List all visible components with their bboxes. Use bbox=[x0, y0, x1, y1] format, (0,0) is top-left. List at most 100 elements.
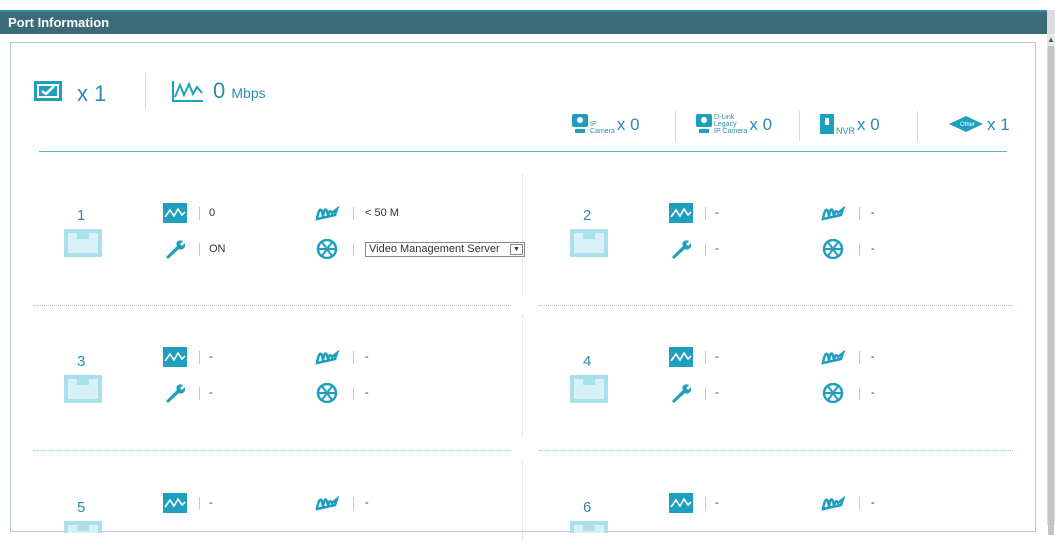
port-power-value: - bbox=[365, 497, 369, 509]
traffic-chart-icon bbox=[669, 493, 693, 513]
traffic-chart-icon bbox=[163, 347, 187, 367]
bandwidth-readout: 0 Mbps bbox=[213, 78, 266, 104]
port-number: 3 bbox=[77, 353, 86, 370]
field-separator bbox=[199, 351, 200, 364]
field-separator bbox=[859, 351, 860, 364]
field-separator bbox=[859, 387, 860, 400]
port-card-3: 3 - - - - bbox=[33, 327, 513, 462]
port-status-value: - bbox=[715, 387, 719, 399]
column-divider bbox=[522, 315, 524, 435]
port-device-value: - bbox=[871, 243, 875, 255]
field-separator bbox=[705, 497, 706, 510]
wrench-icon bbox=[166, 384, 186, 403]
device-type-icon bbox=[822, 383, 844, 403]
wrench-icon bbox=[672, 240, 692, 259]
bandwidth-chart-icon bbox=[172, 81, 203, 102]
port-checked-icon bbox=[34, 81, 62, 101]
bandwidth-value: 0 bbox=[213, 78, 226, 103]
port-power-value: - bbox=[365, 351, 369, 363]
traffic-chart-icon bbox=[669, 203, 693, 223]
power-flow-icon bbox=[315, 495, 339, 511]
port-traffic-value: - bbox=[715, 497, 719, 509]
bandwidth-unit: Mbps bbox=[231, 85, 266, 101]
port-traffic-value: - bbox=[209, 351, 213, 363]
port-power-value: - bbox=[871, 497, 875, 509]
panel-title-bar: Port Information bbox=[0, 10, 1048, 34]
dlink-camera-icon bbox=[696, 114, 712, 133]
port-status-value: - bbox=[715, 243, 719, 255]
port-traffic-value: - bbox=[715, 207, 719, 219]
traffic-chart-icon bbox=[163, 493, 187, 513]
port-information-panel: x 1 0 Mbps IP Camera x 0 D-Link Legacy IP C… bbox=[10, 42, 1036, 541]
field-separator bbox=[859, 243, 860, 256]
field-separator bbox=[705, 351, 706, 364]
traffic-chart-icon bbox=[669, 347, 693, 367]
port-traffic-value: 0 bbox=[209, 207, 216, 219]
device-type-select[interactable]: Video Management Server ▼ bbox=[365, 242, 525, 257]
column-divider bbox=[522, 175, 524, 295]
device-type-icon bbox=[316, 383, 338, 403]
port-power-value: - bbox=[871, 207, 875, 219]
chevron-down-icon[interactable]: ▼ bbox=[510, 244, 523, 255]
port-power-value: - bbox=[871, 351, 875, 363]
other-device-icon: Other bbox=[949, 116, 983, 132]
field-separator bbox=[705, 387, 706, 400]
port-number: 5 bbox=[77, 499, 86, 516]
power-flow-icon bbox=[821, 205, 845, 221]
ip-camera-icon bbox=[572, 114, 588, 133]
scroll-up-icon[interactable]: ▲ bbox=[1047, 34, 1055, 46]
port-number: 6 bbox=[583, 499, 592, 516]
traffic-chart-icon bbox=[163, 203, 187, 223]
device-separator bbox=[917, 111, 918, 141]
port-number: 4 bbox=[583, 353, 592, 370]
device-type-icon bbox=[822, 239, 844, 259]
device-label: NVR bbox=[836, 126, 856, 136]
field-separator bbox=[353, 243, 354, 256]
power-flow-icon bbox=[821, 495, 845, 511]
nvr-icon bbox=[820, 114, 834, 134]
ethernet-port-icon bbox=[64, 375, 102, 403]
field-separator bbox=[199, 387, 200, 400]
field-separator bbox=[199, 243, 200, 256]
port-status-value: ON bbox=[209, 243, 226, 255]
vertical-scrollbar[interactable]: ▲ bbox=[1047, 10, 1055, 535]
panel-title: Port Information bbox=[8, 15, 110, 30]
field-separator bbox=[353, 351, 354, 364]
device-count: x 0 bbox=[749, 115, 773, 134]
port-count: x 1 bbox=[77, 81, 107, 106]
device-separator bbox=[675, 111, 676, 141]
port-card-4: 4 - - - - bbox=[539, 327, 1019, 462]
field-separator bbox=[353, 497, 354, 510]
field-separator bbox=[705, 207, 706, 220]
port-traffic-value: - bbox=[209, 497, 213, 509]
device-label: IP Camera bbox=[590, 121, 615, 135]
scrollbar-thumb[interactable] bbox=[1048, 46, 1054, 535]
port-device-value: - bbox=[871, 387, 875, 399]
ethernet-port-icon bbox=[64, 521, 102, 533]
field-separator bbox=[353, 387, 354, 400]
field-separator bbox=[199, 207, 200, 220]
top-strip bbox=[0, 0, 1055, 10]
port-number: 1 bbox=[77, 207, 86, 224]
port-number: 2 bbox=[583, 207, 592, 224]
port-status-value: - bbox=[209, 387, 213, 399]
field-separator bbox=[705, 243, 706, 256]
port-power-value: < 50 M bbox=[365, 207, 399, 219]
device-label: D-Link Legacy IP Camera bbox=[714, 114, 748, 135]
ethernet-port-icon bbox=[570, 229, 608, 257]
power-flow-icon bbox=[315, 349, 339, 365]
field-separator bbox=[353, 207, 354, 220]
device-type-selected: Video Management Server bbox=[369, 243, 500, 255]
field-separator bbox=[199, 497, 200, 510]
power-flow-icon bbox=[821, 349, 845, 365]
port-card-2: 2 - - - - bbox=[539, 181, 1019, 316]
device-dlink-legacy-camera: D-Link Legacy IP Camera x 0 bbox=[695, 113, 772, 135]
svg-text:Other: Other bbox=[960, 122, 975, 128]
device-count: x 0 bbox=[616, 115, 640, 134]
column-divider bbox=[522, 461, 524, 541]
power-flow-icon bbox=[315, 205, 339, 221]
device-type-icon bbox=[316, 239, 338, 259]
port-device-value: - bbox=[365, 387, 369, 399]
ethernet-port-icon bbox=[570, 375, 608, 403]
device-separator bbox=[799, 111, 800, 141]
